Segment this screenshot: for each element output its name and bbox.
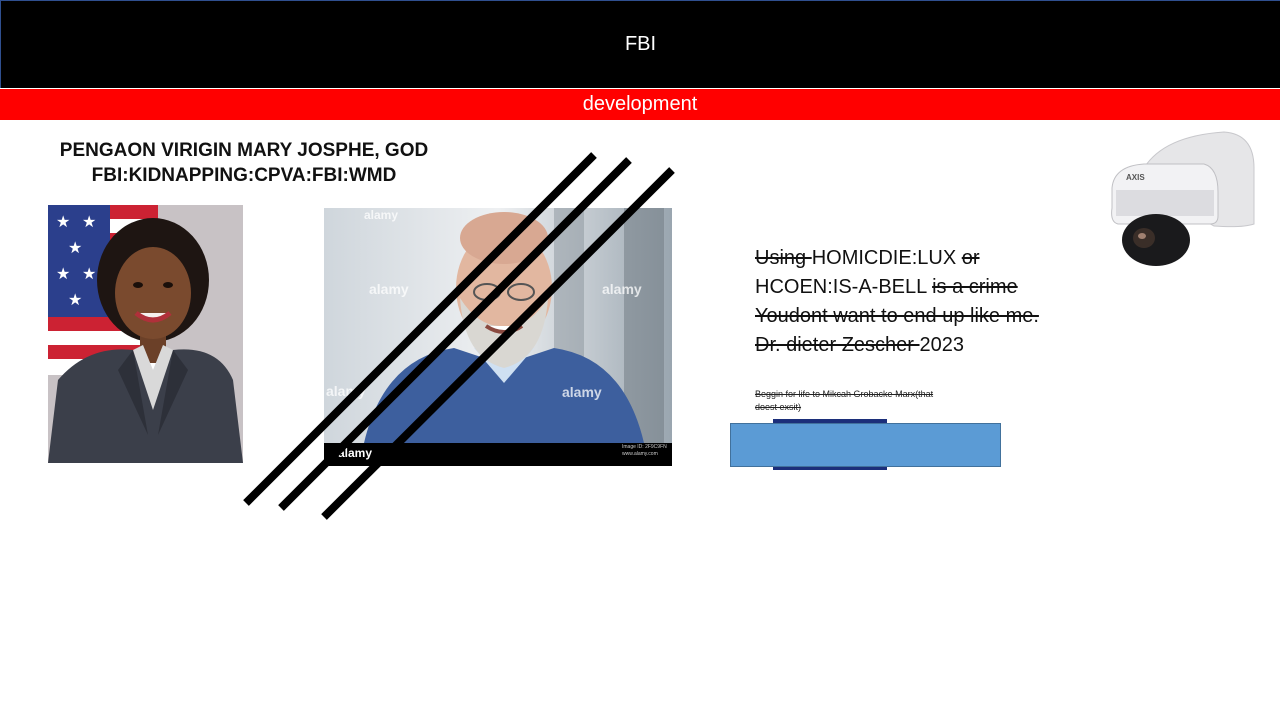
footer-note-1: Image ID: 2F9C9FN <box>622 444 667 450</box>
notice-l1-struck: Using <box>755 247 812 269</box>
security-camera-image: AXIS <box>1104 128 1260 268</box>
notice-line-4: Dr. dieter Zescher 2023 <box>755 331 1115 360</box>
slide-heading: PENGAON VIRIGIN MARY JOSPHE, GOD FBI:KID… <box>40 138 448 188</box>
heading-line-1: PENGAON VIRIGIN MARY JOSPHE, GOD <box>59 140 429 161</box>
woman-portrait-illustration: ★ ★ ★ ★ ★ ★ <box>48 205 243 463</box>
camera-brand: AXIS <box>1126 173 1145 182</box>
small-note-text: Beggin for life to Mikcah Grobacke Marx(… <box>755 389 934 412</box>
heading-line-2: FBI:KIDNAPPING:CPVA:FBI:WMD <box>91 165 397 186</box>
svg-text:★: ★ <box>68 290 82 309</box>
watermark-4: alamy <box>326 383 366 399</box>
notice-line-3: Youdont want to end up like me. <box>755 302 1115 331</box>
notice-line-2: HCOEN:IS-A-BELL is a crime <box>755 273 1115 302</box>
slide-subtitle-bar: development <box>0 89 1280 120</box>
notice-l4-struck: Dr. dieter Zescher <box>755 334 920 356</box>
notice-line-1: Using HOMICDIE:LUX or <box>755 244 1115 273</box>
svg-text:★: ★ <box>68 238 82 257</box>
notice-l1-text: HOMICDIE:LUX <box>811 247 962 269</box>
notice-l2-text: HCOEN:IS-A-BELL <box>755 276 933 298</box>
svg-text:★: ★ <box>82 212 96 231</box>
notice-l4-text: 2023 <box>919 334 965 356</box>
man-portrait-photo: alamy alamy alamy alamy alamy alamy Imag… <box>324 208 672 466</box>
svg-text:★: ★ <box>56 212 70 231</box>
slide-title-bar: FBI <box>0 0 1280 88</box>
notice-text-block: Using HOMICDIE:LUX or HCOEN:IS-A-BELL is… <box>755 244 1115 360</box>
blue-rectangle-shape[interactable] <box>730 423 1001 467</box>
watermark-5: alamy <box>562 384 602 400</box>
watermark-3: alamy <box>602 281 642 297</box>
security-camera-icon: AXIS <box>1111 131 1255 266</box>
notice-l2-struck: is a crime <box>932 276 1018 298</box>
watermark-2: alamy <box>369 281 409 297</box>
woman-portrait-photo: ★ ★ ★ ★ ★ ★ <box>48 205 243 463</box>
watermark-1: alamy <box>364 208 399 222</box>
svg-text:★: ★ <box>82 264 96 283</box>
notice-l3-struck: Youdont want to end up like me. <box>755 305 1039 327</box>
slide-title: FBI <box>624 33 657 55</box>
svg-text:★: ★ <box>56 264 70 283</box>
footer-brand: alamy <box>338 446 373 460</box>
man-portrait-illustration <box>324 208 672 466</box>
footer-note-2: www.alamy.com <box>622 451 658 457</box>
slide-subtitle: development <box>582 93 698 115</box>
notice-l1-struck-2: or <box>961 247 980 269</box>
